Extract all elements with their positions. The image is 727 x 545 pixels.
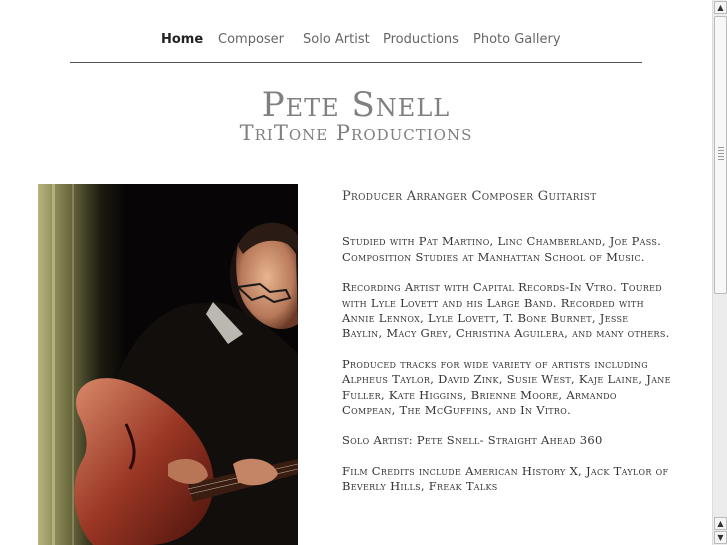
nav-composer-link[interactable]: Composer xyxy=(218,32,284,47)
bio-paragraph: Solo Artist: Pete Snell- Straight Ahead … xyxy=(342,433,603,448)
bio-heading: Producer Arranger Composer Guitarist xyxy=(342,189,597,204)
page: Home Composer Solo Artist Productions Ph… xyxy=(0,0,712,545)
bio-paragraph: Recording Artist with Capital Records-In… xyxy=(342,280,670,341)
vertical-scrollbar[interactable]: ▲ ▲ ▼ xyxy=(712,0,727,545)
nav-divider xyxy=(70,62,642,63)
nav-photo-gallery-link[interactable]: Photo Gallery xyxy=(473,32,561,47)
site-title: Pete Snell xyxy=(261,85,451,125)
scroll-up-button[interactable]: ▲ xyxy=(714,1,727,14)
scrollbar-grip-icon xyxy=(718,147,724,161)
scroll-down-button[interactable]: ▼ xyxy=(714,531,727,544)
site-subtitle: TriTone Productions xyxy=(239,121,473,145)
scrollbar-thumb[interactable] xyxy=(714,16,727,294)
nav-productions-link[interactable]: Productions xyxy=(383,32,459,47)
bio-paragraph: Studied with Pat Martino, Linc Chamberla… xyxy=(342,234,662,264)
bio-paragraph: Film Credits include American History X,… xyxy=(342,463,669,494)
guitarist-photo xyxy=(38,184,298,545)
nav-solo-artist-link[interactable]: Solo Artist xyxy=(303,32,370,47)
nav-home-link[interactable]: Home xyxy=(161,32,203,47)
bio-paragraph: Produced tracks for wide variety of arti… xyxy=(342,356,671,418)
scroll-up-button-lower[interactable]: ▲ xyxy=(714,517,727,530)
bio-section: Producer Arranger Composer Guitarist Stu… xyxy=(342,189,672,510)
guitarist-photo-image xyxy=(38,184,298,545)
main-nav: Home Composer Solo Artist Productions Ph… xyxy=(0,32,712,52)
